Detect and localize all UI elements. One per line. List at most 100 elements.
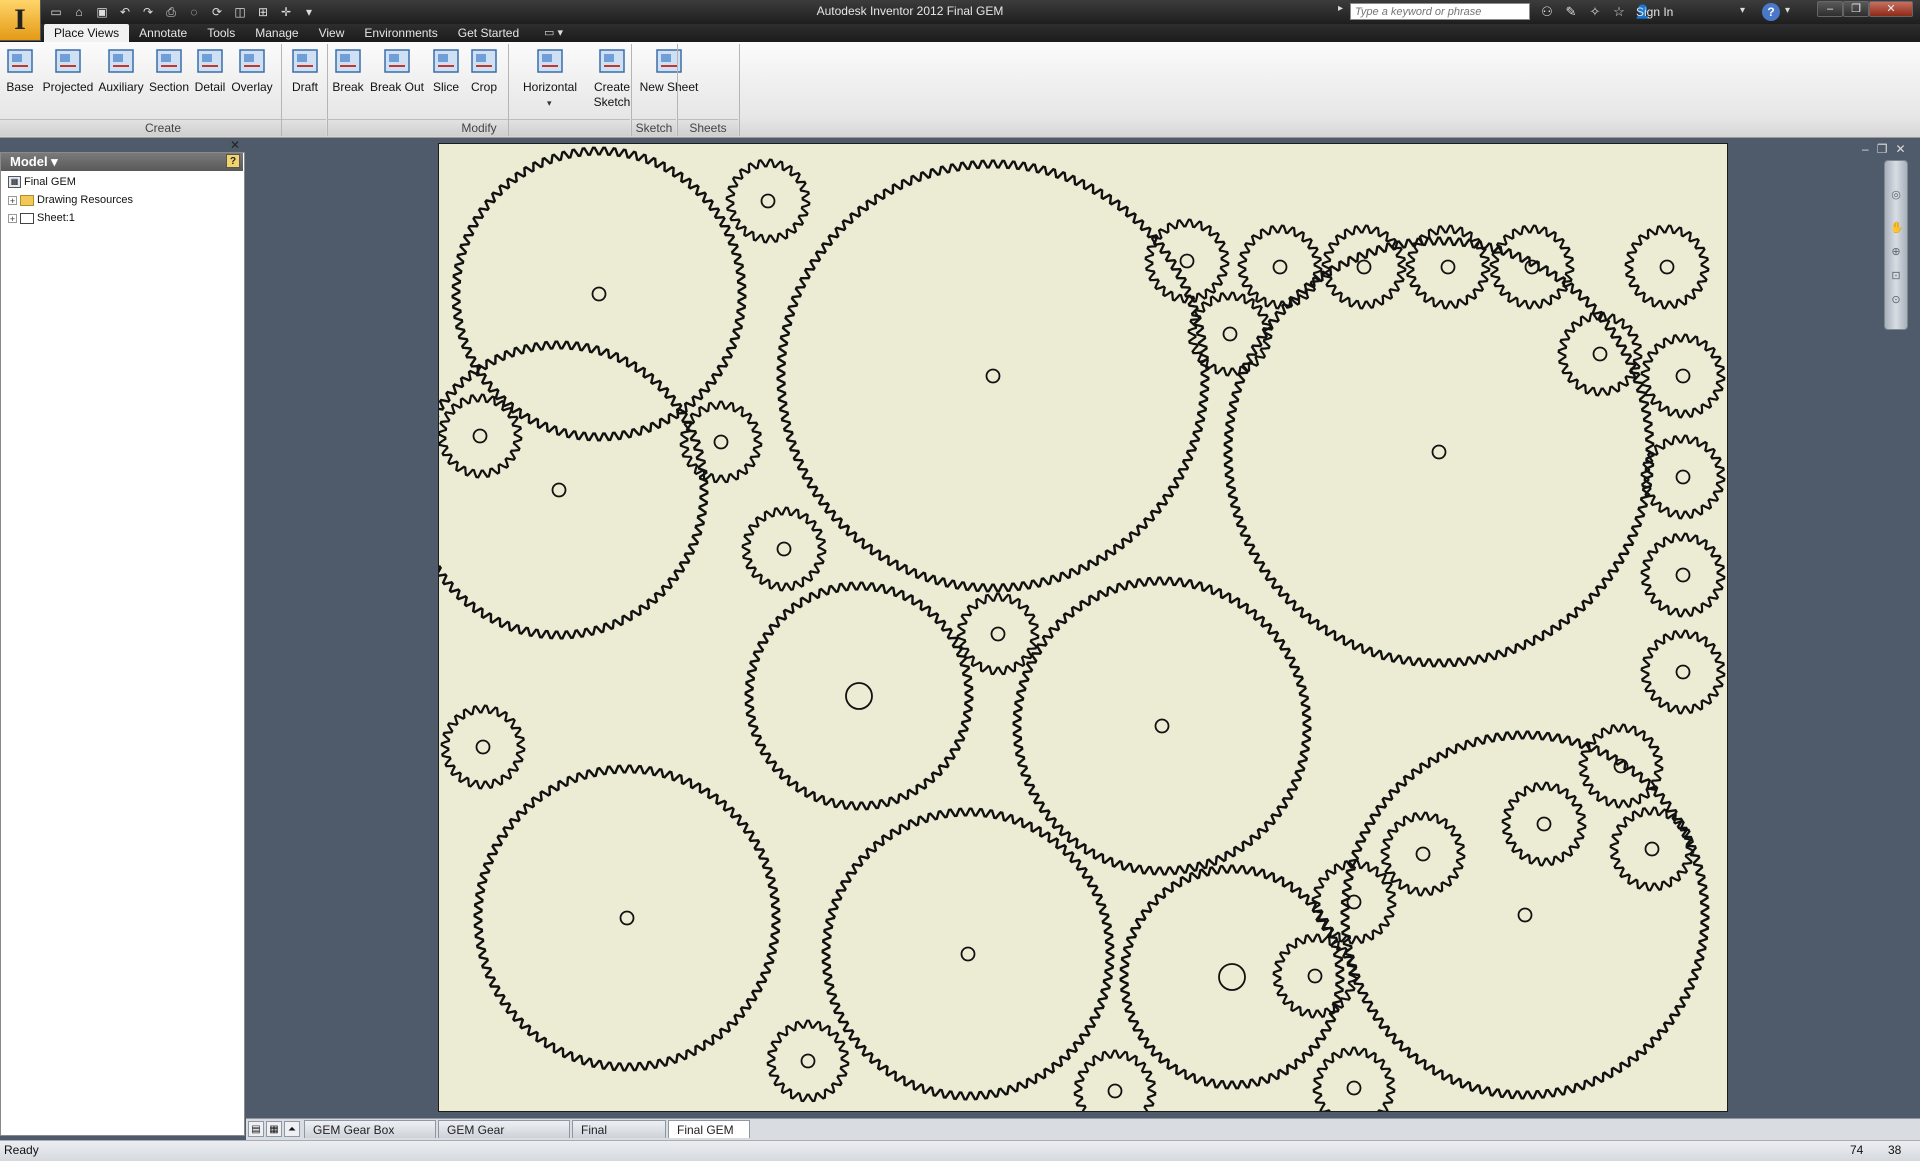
gear-outline[interactable] (439, 340, 709, 640)
gear-outline[interactable] (766, 1019, 850, 1103)
gear-outline[interactable] (1311, 859, 1397, 945)
tab-get-started[interactable]: Get Started (448, 24, 529, 42)
select-icon[interactable]: ◌ (184, 3, 204, 21)
gear-outline[interactable] (451, 146, 747, 442)
binoculars-icon[interactable]: ⚇ (1538, 3, 1556, 21)
new-sheet-button[interactable]: New Sheet (639, 46, 699, 95)
search-input[interactable] (1350, 3, 1530, 20)
tab-manage[interactable]: Manage (245, 24, 308, 42)
horizontal-dropdown-icon[interactable]: ▾ (547, 98, 552, 109)
open-file-icon[interactable]: ⌂ (69, 3, 89, 21)
document-close-icon[interactable]: ✕ (1895, 142, 1905, 156)
gear-outline[interactable] (1312, 1046, 1396, 1111)
minimize-button[interactable]: – (1817, 1, 1843, 17)
crosshair-icon[interactable]: ✛ (276, 3, 296, 21)
undo-icon[interactable]: ↶ (115, 3, 135, 21)
overlay-button[interactable]: Overlay (222, 46, 282, 95)
subscription-icon[interactable]: ✎ (1562, 3, 1580, 21)
new-file-icon[interactable]: ▭ (46, 3, 66, 21)
expand-icon[interactable]: + (8, 195, 17, 205)
expand-icon[interactable]: + (8, 213, 17, 223)
browser-title-dropdown[interactable]: Model ▾ (10, 153, 58, 171)
print-icon[interactable]: ⎙ (161, 3, 181, 21)
gear-outline[interactable] (439, 393, 523, 479)
sign-in-link[interactable]: Sign In (1636, 5, 1673, 19)
projected-button[interactable]: Projected (38, 46, 98, 95)
application-menu-button[interactable]: I (0, 0, 41, 41)
tab-place-views[interactable]: Place Views (44, 24, 130, 42)
update-icon[interactable]: ⟳ (207, 3, 227, 21)
drawing-sheet[interactable] (438, 143, 1728, 1112)
gear-outline[interactable] (776, 159, 1210, 593)
help-button[interactable]: ? (1762, 3, 1780, 21)
gear-outline[interactable] (1640, 532, 1726, 618)
tab-environments[interactable]: Environments (354, 24, 447, 42)
gear-outline[interactable] (1578, 723, 1664, 809)
gear-bore (776, 541, 792, 557)
tab-annotate[interactable]: Annotate (129, 24, 197, 42)
tab-tools[interactable]: Tools (197, 24, 245, 42)
zoom-window-icon[interactable]: ⊡ (1890, 270, 1902, 282)
zoom-icon[interactable]: ⊕ (1890, 246, 1902, 258)
pan-icon[interactable]: ✋ (1890, 222, 1904, 234)
gear-bore (1346, 894, 1362, 910)
gear-outline[interactable] (1272, 933, 1358, 1019)
communication-icon[interactable]: ✧ (1586, 3, 1604, 21)
tree-item-final-gem[interactable]: ▦ Final GEM (8, 174, 76, 190)
gear-outline[interactable] (473, 764, 781, 1072)
document-restore-icon[interactable]: ❐ (1877, 142, 1888, 156)
gear-outline[interactable] (1640, 434, 1726, 520)
gear-outline[interactable] (1144, 218, 1230, 304)
gear-outline[interactable] (1119, 864, 1345, 1090)
save-icon[interactable]: ▣ (92, 3, 112, 21)
document-minimize-icon[interactable]: – (1862, 142, 1869, 156)
steering-wheel-icon[interactable]: ◎ (1890, 189, 1902, 201)
redo-icon[interactable]: ↷ (138, 3, 158, 21)
gear-bore (1675, 664, 1691, 680)
document-window-controls: – ❐ ✕ (1862, 142, 1906, 156)
favorites-icon[interactable]: ☆ (1610, 3, 1628, 21)
return-icon[interactable]: ⊞ (253, 3, 273, 21)
doc-tab-final-gem-iam[interactable]: Final GEM.iam (572, 1120, 666, 1155)
orbit-icon[interactable]: ⊙ (1890, 294, 1902, 306)
gear-outline[interactable] (1237, 224, 1323, 310)
gear-outline[interactable] (956, 592, 1040, 676)
browser-close-icon[interactable]: ✕ (230, 138, 240, 152)
tab-list-icon[interactable]: ⏶ (284, 1121, 300, 1137)
tab-view[interactable]: View (309, 24, 355, 42)
gear-outline[interactable] (1501, 781, 1587, 867)
tree-item-sheet[interactable]: + Sheet:1 (8, 210, 75, 226)
gear-outline[interactable] (1640, 333, 1726, 419)
gear-outline[interactable] (1073, 1049, 1157, 1111)
horizontal-button[interactable]: Horizontal (520, 46, 580, 95)
gear-outline[interactable] (1380, 811, 1466, 897)
gear-outline[interactable] (1321, 224, 1407, 310)
gear-outline[interactable] (1489, 224, 1575, 310)
tree-item-drawing-resources[interactable]: + Drawing Resources (8, 192, 133, 208)
tile-icon[interactable]: ▤ (248, 1121, 264, 1137)
gear-outline[interactable] (741, 506, 827, 592)
measure-icon[interactable]: ◫ (230, 3, 250, 21)
gear-outline[interactable] (679, 400, 763, 484)
sign-in-dropdown-icon[interactable]: ▾ (1740, 5, 1745, 16)
help-dropdown-icon[interactable]: ▾ (1785, 5, 1790, 16)
browser-help-icon[interactable]: ? (226, 154, 240, 168)
doc-tab-final-gem[interactable]: Final GEM ⊠ (668, 1120, 750, 1154)
maximize-button[interactable]: ❐ (1843, 1, 1869, 17)
gear-outline[interactable] (744, 581, 974, 811)
doc-tab-gear-mount[interactable]: GEM Gear Moun...idw (438, 1120, 570, 1155)
gear-outline[interactable] (1640, 629, 1726, 715)
qat-dropdown-icon[interactable]: ▾ (299, 3, 319, 21)
gear-outline[interactable] (1624, 224, 1710, 310)
gear-outline[interactable] (821, 807, 1115, 1101)
doc-tab-gear-box[interactable]: GEM Gear Box a...iam (304, 1120, 436, 1155)
close-window-button[interactable]: ✕ (1869, 1, 1913, 17)
search-expand-icon[interactable]: ▸ (1338, 3, 1343, 14)
ribbon-minimize-icon[interactable]: ▭ ▾ (544, 26, 563, 39)
create-sketch-button[interactable]: Create Sketch (582, 46, 642, 110)
gear-outline[interactable] (440, 704, 526, 790)
crop-button[interactable]: Crop (454, 46, 514, 95)
gear-outline[interactable] (725, 158, 811, 244)
gear-outline[interactable] (1012, 576, 1312, 876)
cascade-icon[interactable]: ▦ (266, 1121, 282, 1137)
